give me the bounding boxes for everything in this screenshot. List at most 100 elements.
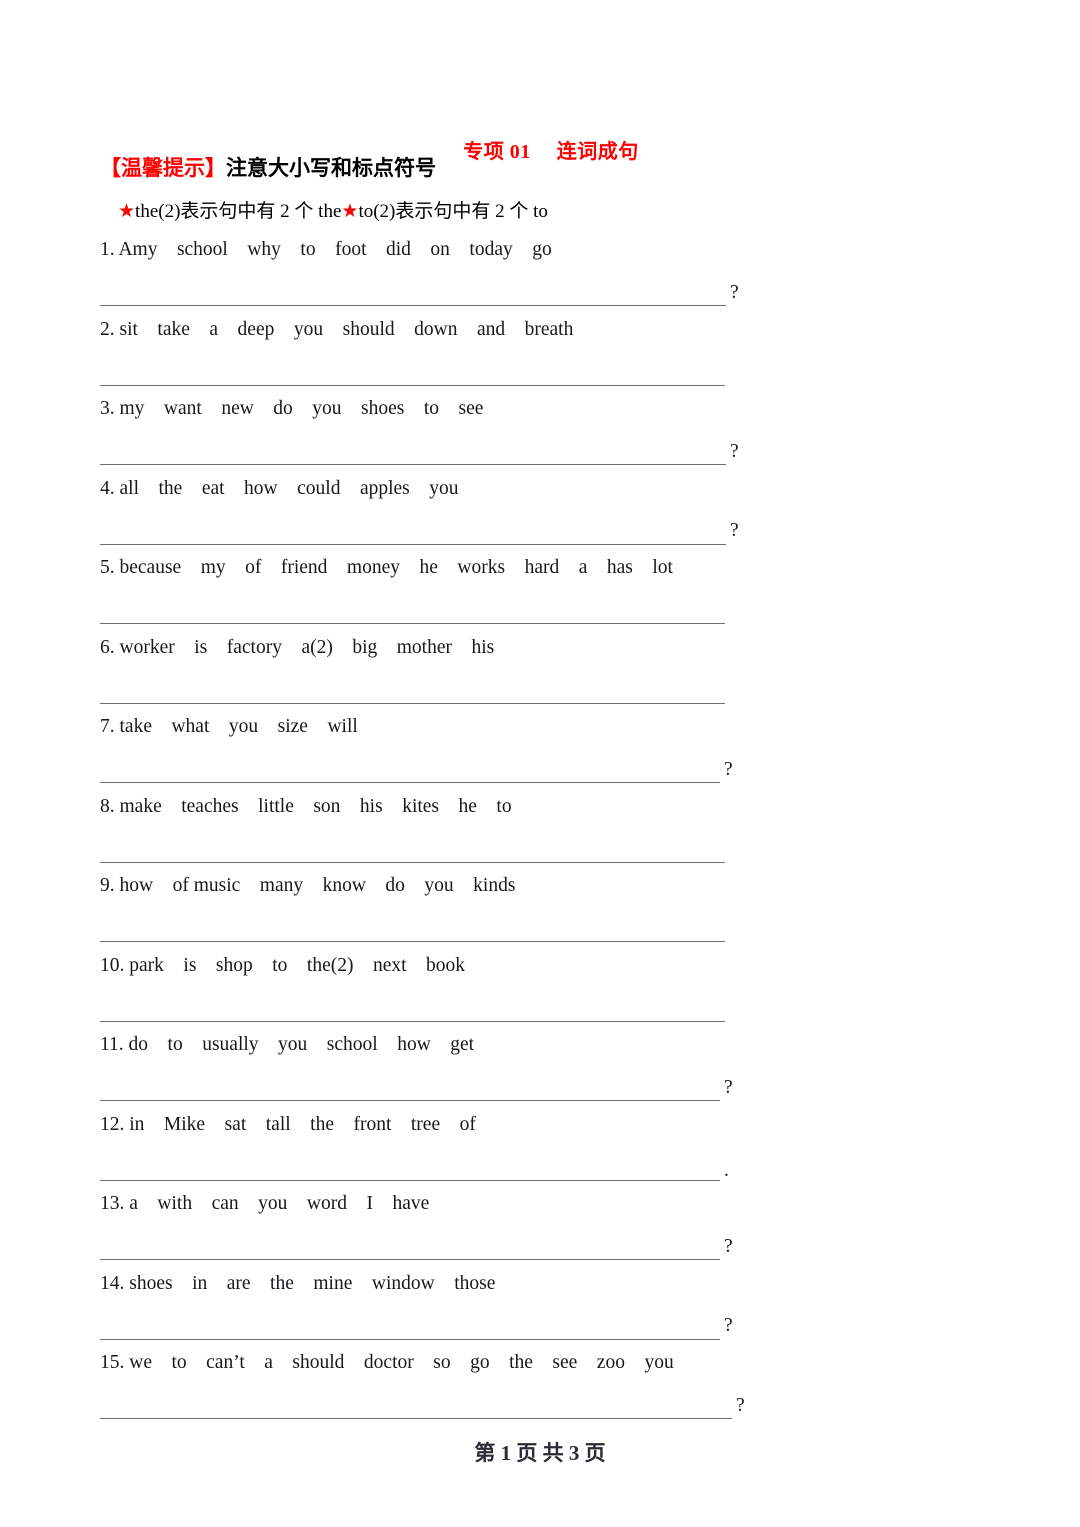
answer-blank[interactable]: ? <box>100 519 748 545</box>
answer-blank[interactable] <box>100 996 747 1022</box>
question-words: 1. Amy school why to foot did on today g… <box>100 236 552 264</box>
question-number: 11. <box>100 1034 124 1055</box>
title-main: 连词成句 <box>556 141 639 163</box>
answer-blank[interactable] <box>100 916 747 942</box>
question-word-bank: shoes in are the mine window those <box>129 1272 496 1294</box>
answer-blank[interactable] <box>100 678 747 704</box>
question-number: 15. <box>100 1352 125 1373</box>
question-number: 14. <box>100 1272 125 1294</box>
end-punctuation: ? <box>730 440 739 462</box>
answer-rule <box>100 384 725 386</box>
end-punctuation: ? <box>724 758 733 780</box>
question-item: 13. a with can you word I have? <box>0 1190 1080 1270</box>
question-word-bank: because my of friend money he works hard… <box>119 557 673 578</box>
question-words: 9. how of music many know do you kinds <box>100 872 515 900</box>
question-number: 7. <box>100 716 115 737</box>
end-punctuation: ? <box>736 1394 745 1416</box>
question-number: 9. <box>100 875 115 896</box>
question-item: 9. how of music many know do you kinds <box>0 872 1080 952</box>
question-item: 2. sit take a deep you should down and b… <box>0 316 1080 396</box>
answer-blank[interactable]: ? <box>100 1314 742 1340</box>
question-word-bank: worker is factory a(2) big mother his <box>119 636 495 658</box>
question-word-bank: a with can you word I have <box>129 1193 430 1214</box>
answer-rule <box>100 702 725 704</box>
question-words: 11. do to usually you school how get <box>100 1031 474 1059</box>
document-page: 专项 01 连词成句 【温馨提示】注意大小写和标点符号 ★the(2)表示句中有 … <box>0 0 1080 1527</box>
question-words: 12. in Mike sat tall the front tree of <box>100 1111 476 1139</box>
question-number: 8. <box>100 795 115 817</box>
question-word-bank: Amy school why to foot did on today go <box>118 239 552 260</box>
answer-blank[interactable]: ? <box>100 1075 742 1101</box>
hint-part-2: to(2)表示句中有 2 个 to <box>358 201 548 222</box>
question-item: 8. make teaches little son his kites he … <box>0 793 1080 873</box>
end-punctuation: . <box>724 1160 729 1181</box>
answer-rule <box>100 1338 720 1340</box>
question-words: 3. my want new do you shoes to see <box>100 395 483 423</box>
answer-rule <box>100 1100 720 1101</box>
answer-blank[interactable]: . <box>100 1155 742 1181</box>
answer-rule <box>100 1179 720 1181</box>
question-list: 1. Amy school why to foot did on today g… <box>0 236 1080 1429</box>
question-words: 14. shoes in are the mine window those <box>100 1270 495 1298</box>
answer-rule <box>100 1418 732 1419</box>
answer-rule <box>100 861 725 863</box>
answer-rule <box>100 941 725 942</box>
question-item: 5. because my of friend money he works h… <box>0 554 1080 634</box>
tip-bracket-label: 【温馨提示】 <box>100 157 226 180</box>
answer-blank[interactable]: ? <box>100 439 748 465</box>
question-word-bank: we to can’t a should doctor so go the se… <box>129 1352 674 1373</box>
question-word-bank: park is shop to the(2) next book <box>129 954 466 976</box>
answer-blank[interactable]: ? <box>100 1393 754 1419</box>
end-punctuation: ? <box>730 281 739 303</box>
question-item: 14. shoes in are the mine window those? <box>0 1270 1080 1350</box>
page-footer: 第 1 页 共 3 页 <box>474 1441 606 1465</box>
hint-part-1: the(2)表示句中有 2 个 the <box>135 201 342 222</box>
star-hint-line: ★the(2)表示句中有 2 个 the★to(2)表示句中有 2 个 to <box>118 196 548 223</box>
question-number: 6. <box>100 636 115 658</box>
answer-blank[interactable]: ? <box>100 1234 742 1260</box>
question-item: 12. in Mike sat tall the front tree of. <box>0 1111 1080 1191</box>
question-item: 7. take what you size will? <box>0 713 1080 793</box>
question-words: 4. all the eat how could apples you <box>100 475 459 503</box>
question-item: 4. all the eat how could apples you? <box>0 475 1080 555</box>
question-words: 13. a with can you word I have <box>100 1190 429 1218</box>
question-word-bank: make teaches little son his kites he to <box>119 795 512 817</box>
answer-rule <box>100 782 720 783</box>
answer-rule <box>100 1020 725 1022</box>
star-icon: ★ <box>118 200 136 222</box>
end-punctuation: ? <box>730 520 739 541</box>
question-number: 1. <box>100 239 115 260</box>
question-words: 7. take what you size will <box>100 713 358 741</box>
question-number: 12. <box>100 1113 125 1135</box>
question-word-bank: my want new do you shoes to see <box>119 398 484 419</box>
question-words: 15. we to can’t a should doctor so go th… <box>100 1349 674 1377</box>
question-item: 1. Amy school why to foot did on today g… <box>0 236 1080 316</box>
question-words: 10. park is shop to the(2) next book <box>100 952 465 980</box>
question-word-bank: do to usually you school how get <box>128 1034 475 1055</box>
answer-blank[interactable] <box>100 360 747 386</box>
answer-rule <box>100 464 726 465</box>
question-word-bank: all the eat how could apples you <box>119 477 459 499</box>
tip-text: 注意大小写和标点符号 <box>226 157 436 180</box>
question-number: 5. <box>100 557 115 578</box>
question-words: 8. make teaches little son his kites he … <box>100 793 512 821</box>
answer-rule <box>100 623 725 624</box>
question-words: 6. worker is factory a(2) big mother his <box>100 634 494 662</box>
title-prefix: 专项 01 <box>463 141 531 163</box>
answer-blank[interactable] <box>100 598 747 624</box>
answer-blank[interactable]: ? <box>100 757 742 783</box>
end-punctuation: ? <box>724 1235 733 1257</box>
question-number: 13. <box>100 1193 125 1214</box>
question-item: 10. park is shop to the(2) next book <box>0 952 1080 1032</box>
question-number: 2. <box>100 318 115 340</box>
question-words: 2. sit take a deep you should down and b… <box>100 316 573 344</box>
question-word-bank: how of music many know do you kinds <box>119 875 516 896</box>
answer-blank[interactable]: ? <box>100 280 748 306</box>
answer-rule <box>100 1259 720 1260</box>
question-item: 15. we to can’t a should doctor so go th… <box>0 1349 1080 1429</box>
question-item: 6. worker is factory a(2) big mother his <box>0 634 1080 714</box>
answer-blank[interactable] <box>100 837 747 863</box>
question-item: 11. do to usually you school how get? <box>0 1031 1080 1111</box>
question-number: 4. <box>100 477 115 499</box>
question-item: 3. my want new do you shoes to see? <box>0 395 1080 475</box>
